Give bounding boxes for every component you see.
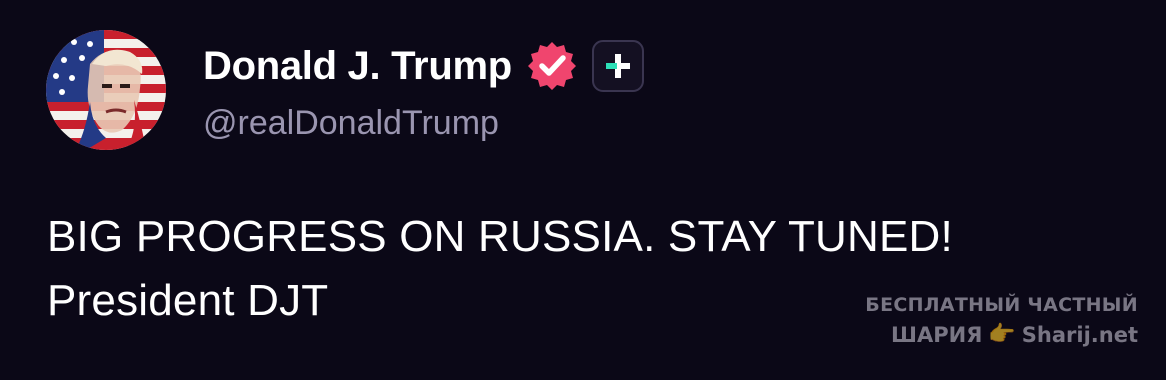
post-card: Donald J. Trump @realDonaldTrump BIG PRO… bbox=[0, 0, 1166, 380]
watermark-line1: БЕСПЛАТНЫЙ ЧАСТНЫЙ bbox=[865, 294, 1138, 316]
follow-button[interactable] bbox=[591, 40, 644, 92]
name-row: Donald J. Trump bbox=[203, 40, 644, 92]
watermark-brand: ШАРИЯ bbox=[891, 323, 983, 347]
display-name[interactable]: Donald J. Trump bbox=[203, 44, 512, 89]
user-handle[interactable]: @realDonaldTrump bbox=[203, 104, 499, 143]
post-text-line: BIG PROGRESS ON RUSSIA. STAY TUNED! bbox=[47, 212, 953, 261]
watermark-site: Sharij.net bbox=[1021, 323, 1138, 347]
flag-portrait-avatar-image bbox=[46, 30, 166, 150]
watermark: БЕСПЛАТНЫЙ ЧАСТНЫЙ ШАРИЯ 👉 Sharij.net bbox=[865, 290, 1138, 350]
verified-badge-icon bbox=[526, 40, 578, 92]
pointing-hand-icon: 👉 bbox=[988, 322, 1016, 347]
watermark-line2: ШАРИЯ 👉 Sharij.net bbox=[865, 320, 1138, 350]
avatar[interactable] bbox=[46, 30, 166, 150]
plus-icon bbox=[605, 54, 630, 78]
